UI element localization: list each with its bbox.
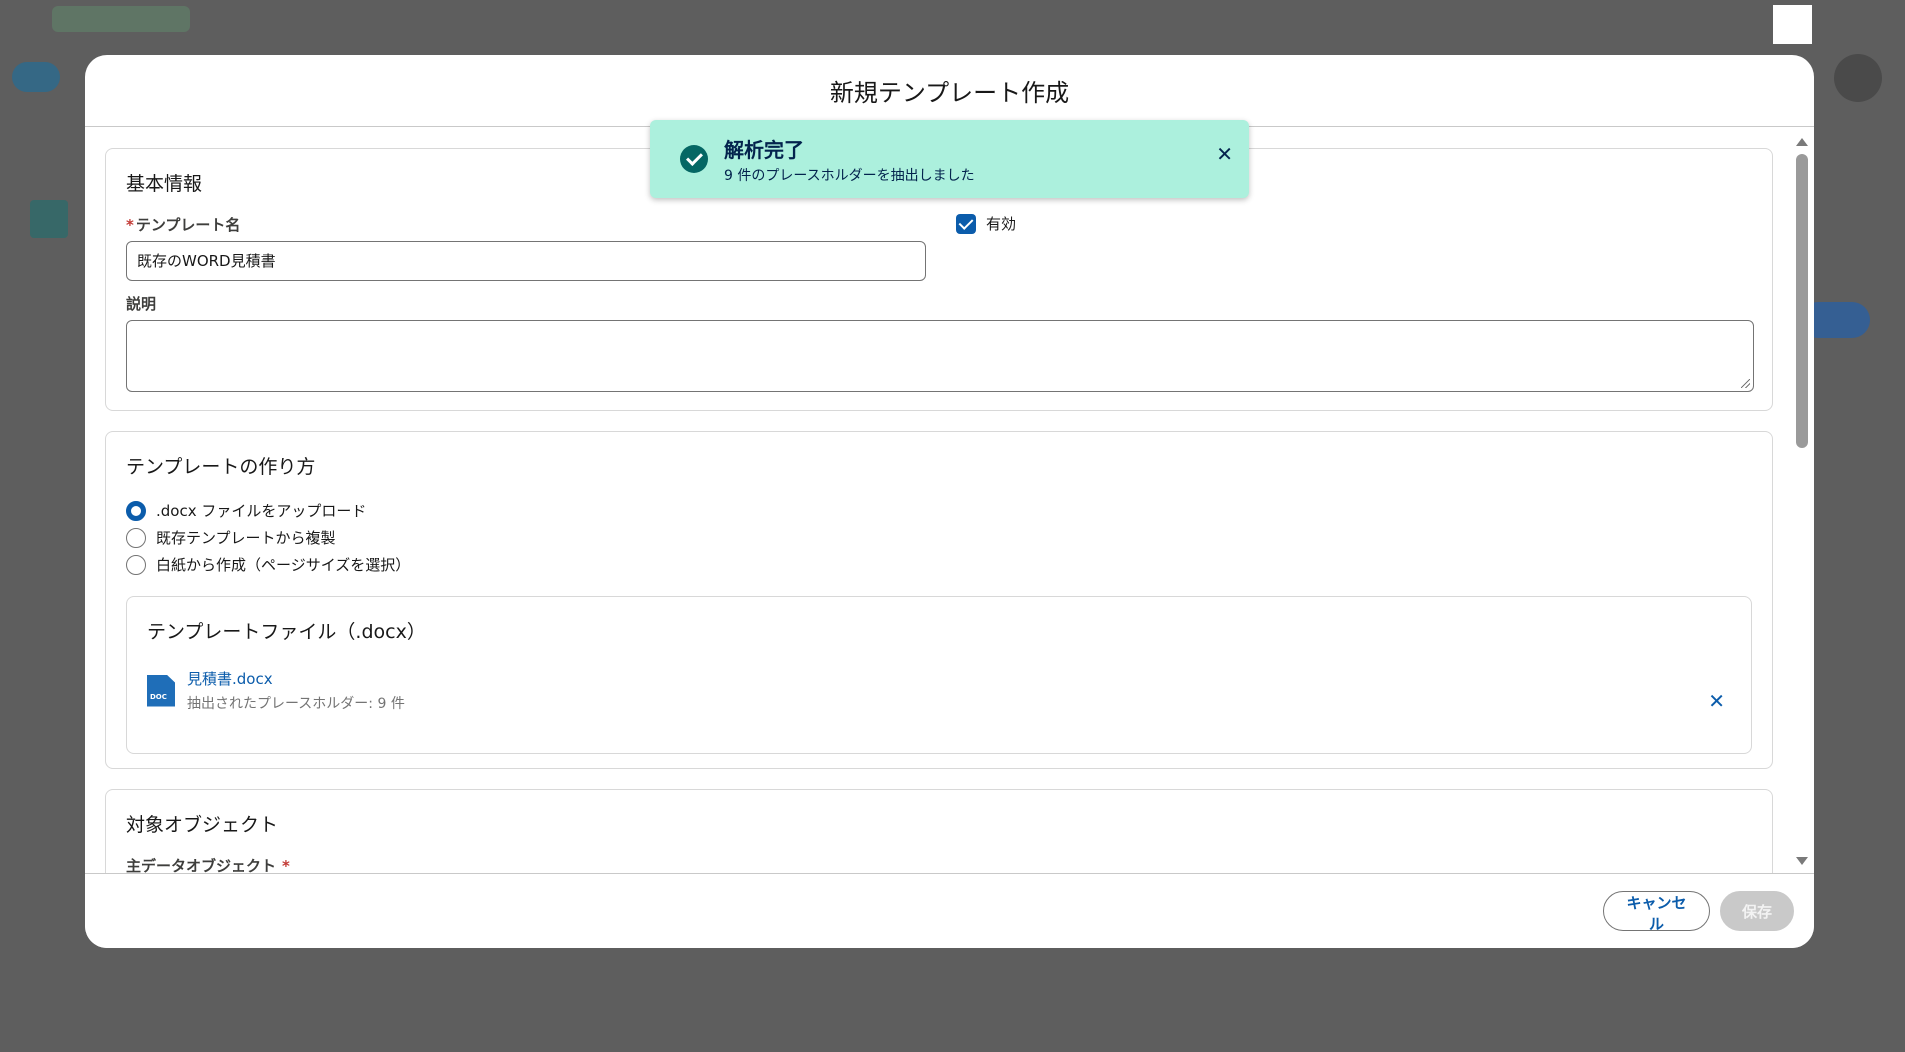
file-info: 見積書.docx 抽出されたプレースホルダー: 9 件 (187, 668, 405, 713)
description-label: 説明 (126, 295, 157, 313)
active-checkbox-group[interactable]: 有効 (956, 213, 1016, 234)
template-name-input[interactable]: 既存のWORD見積書 (126, 241, 926, 281)
required-marker: * (282, 857, 290, 873)
template-file-card: テンプレートファイル（.docx） DOC 見積書.docx 抽出されたプレース… (126, 596, 1752, 754)
file-name: 見積書.docx (187, 670, 273, 688)
scroll-thumb[interactable] (1796, 154, 1808, 448)
radio-button[interactable] (126, 500, 146, 521)
modal-scroll-content: 基本情報 * テンプレート名 既存のWORD見積書 有効 説明 テンプレートの作り… (105, 148, 1773, 873)
cancel-button[interactable]: キャンセル (1603, 891, 1710, 933)
description-textarea[interactable] (126, 320, 1754, 392)
uploaded-file-row: DOC 見積書.docx 抽出されたプレースホルダー: 9 件 (147, 668, 1731, 713)
modal-scrollbar[interactable] (1790, 128, 1814, 873)
radio-blank[interactable]: 白紙から作成（ページサイズを選択） (126, 551, 1752, 578)
modal-body: 基本情報 * テンプレート名 既存のWORD見積書 有効 説明 テンプレートの作り… (85, 128, 1814, 873)
radio-label: 白紙から作成（ページサイズを選択） (156, 556, 411, 574)
primary-object-label: 主データオブジェクト * (126, 855, 1752, 873)
scroll-up-arrow-icon[interactable] (1796, 138, 1808, 146)
remove-file-close-icon[interactable]: ✕ (1708, 689, 1725, 713)
radio-copy-existing[interactable]: 既存テンプレートから複製 (126, 524, 1752, 551)
template-name-label-text: テンプレート名 (135, 216, 241, 234)
save-button[interactable]: 保存 (1720, 891, 1794, 931)
required-marker: * (126, 216, 134, 234)
target-object-title: 対象オブジェクト (126, 814, 279, 836)
primary-object-label-text: 主データオブジェクト (126, 857, 277, 873)
target-object-section: 対象オブジェクト 主データオブジェクト * (105, 789, 1773, 873)
template-name-label: * テンプレート名 (126, 214, 1752, 235)
success-toast: 解析完了 9 件のプレースホルダーを抽出しました ✕ (650, 120, 1249, 198)
creation-method-title: テンプレートの作り方 (126, 456, 316, 478)
background-tile (30, 200, 68, 238)
modal-title: 新規テンプレート作成 (829, 79, 1070, 107)
success-check-icon (680, 145, 708, 173)
toast-title: 解析完了 (724, 137, 804, 162)
active-checkbox-label: 有効 (986, 215, 1017, 233)
toast-close-icon[interactable]: ✕ (1216, 142, 1233, 166)
scroll-down-arrow-icon[interactable] (1796, 857, 1808, 865)
placeholder-count: 抽出されたプレースホルダー: 9 件 (187, 696, 405, 712)
radio-label: .docx ファイルをアップロード (156, 502, 367, 520)
background-tab (52, 6, 190, 32)
radio-button[interactable] (126, 554, 146, 575)
radio-button[interactable] (126, 527, 146, 548)
radio-label: 既存テンプレートから複製 (156, 529, 336, 547)
radio-upload-docx[interactable]: .docx ファイルをアップロード (126, 497, 1752, 524)
modal-header: 新規テンプレート作成 (85, 55, 1814, 127)
toast-message: 9 件のプレースホルダーを抽出しました (724, 167, 975, 184)
resize-grip-icon[interactable] (1741, 379, 1750, 388)
doc-badge: DOC (150, 692, 167, 701)
modal-footer: キャンセル 保存 (85, 873, 1814, 948)
toast-content: 解析完了 9 件のプレースホルダーを抽出しました (724, 134, 975, 185)
docx-file-icon: DOC (147, 674, 175, 707)
creation-method-section: テンプレートの作り方 .docx ファイルをアップロード 既存テンプレートから複… (105, 431, 1773, 769)
active-checkbox[interactable] (956, 213, 976, 234)
background-logo (12, 62, 60, 92)
background-avatar (1834, 54, 1882, 102)
background-square (1773, 5, 1812, 44)
template-file-title: テンプレートファイル（.docx） (147, 621, 426, 643)
